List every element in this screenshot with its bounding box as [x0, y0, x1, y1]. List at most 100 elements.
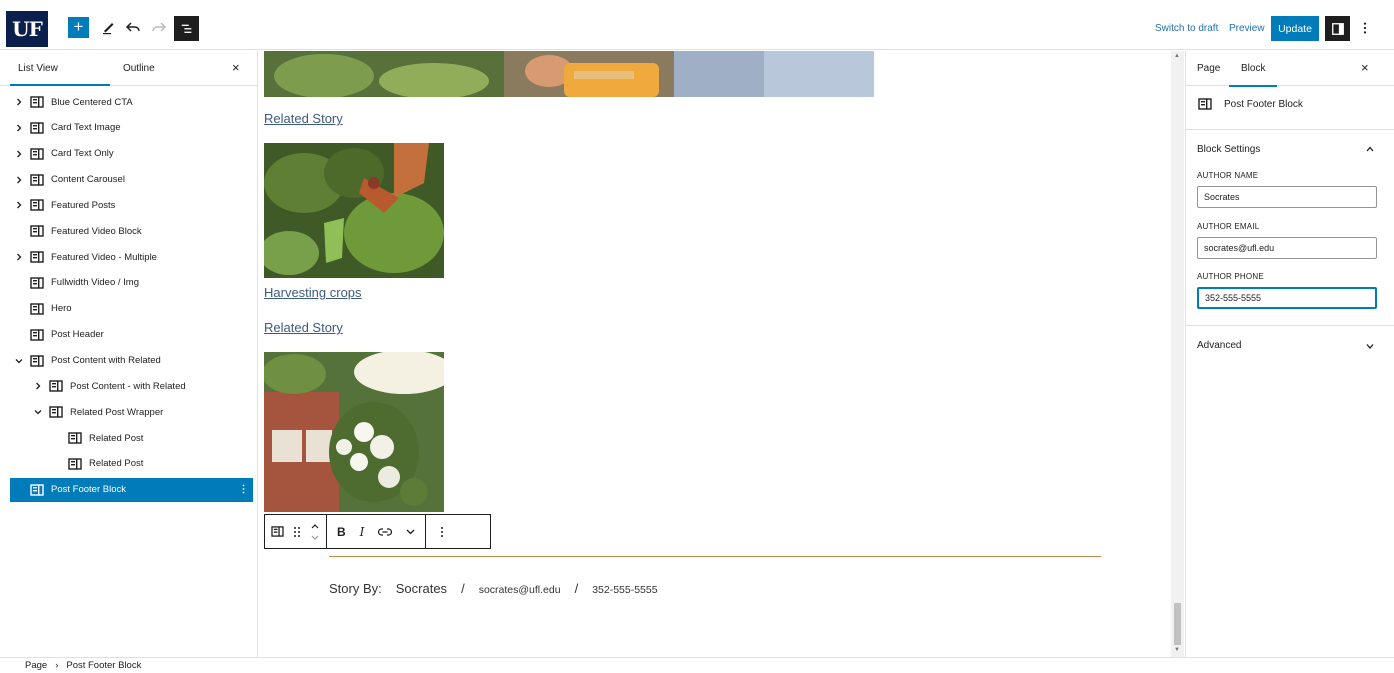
list-view-item[interactable]: Related Post	[10, 426, 253, 450]
block-settings-panel: Block Settings AUTHOR NAME AUTHOR EMAIL …	[1186, 129, 1394, 325]
canvas-scrollbar[interactable]: ▲ ▼	[1171, 51, 1184, 657]
list-view-item[interactable]: Related Post	[10, 452, 253, 476]
list-view-item-label: Post Content - with Related	[70, 380, 186, 392]
block-settings-toggle[interactable]: Block Settings	[1197, 144, 1260, 155]
chevron-right-icon[interactable]	[14, 175, 24, 185]
list-view-item[interactable]: Blue Centered CTA	[10, 90, 253, 114]
list-view-item-label: Related Post	[89, 458, 144, 470]
list-view-item[interactable]: Related Post Wrapper	[10, 400, 253, 424]
add-block-button[interactable]: +	[68, 17, 89, 38]
settings-sidebar-toggle-icon[interactable]	[1325, 16, 1350, 41]
block-options-icon[interactable]	[440, 526, 444, 538]
scroll-down-arrow-icon[interactable]: ▼	[1174, 647, 1180, 653]
breadcrumb-separator: ›	[55, 660, 59, 671]
switch-to-draft-button[interactable]: Switch to draft	[1155, 23, 1218, 34]
close-list-view-icon[interactable]: ×	[232, 60, 240, 75]
list-view-panel: List View Outline × Blue Centered CTA Car…	[0, 51, 258, 657]
advanced-toggle[interactable]: Advanced	[1197, 340, 1241, 351]
block-icon	[30, 277, 44, 289]
harvest-image[interactable]	[264, 143, 444, 278]
link-icon[interactable]	[378, 527, 393, 537]
footer-email: socrates@ufl.edu	[478, 584, 561, 596]
list-view-item[interactable]: Post Content - with Related	[10, 374, 253, 398]
block-icon	[49, 406, 63, 418]
footer-separator: /	[461, 581, 465, 596]
tab-block[interactable]: Block	[1228, 63, 1279, 87]
chevron-right-icon[interactable]	[14, 252, 24, 262]
document-overview-icon[interactable]	[174, 16, 199, 41]
list-view-item[interactable]: Featured Posts	[10, 193, 253, 217]
author-phone-field[interactable]	[1197, 287, 1377, 309]
breadcrumb-page[interactable]: Page	[25, 660, 47, 671]
author-email-field[interactable]	[1197, 237, 1377, 259]
active-tab-indicator	[10, 84, 110, 86]
list-view-item-label: Post Footer Block	[51, 484, 126, 496]
harvesting-crops-link[interactable]: Harvesting crops	[264, 285, 362, 300]
italic-button[interactable]: I	[360, 525, 365, 539]
chevron-right-icon[interactable]	[14, 200, 24, 210]
preview-button[interactable]: Preview	[1229, 23, 1265, 34]
related-story-link-1[interactable]: Related Story	[264, 111, 343, 126]
tab-list-view[interactable]: List View	[18, 63, 58, 74]
list-view-item[interactable]: Content Carousel	[10, 168, 253, 192]
author-name-field[interactable]	[1197, 186, 1377, 208]
list-view-item[interactable]: Post Header	[10, 323, 253, 347]
list-view-item[interactable]: Card Text Image	[10, 116, 253, 140]
chevron-right-icon[interactable]	[14, 97, 24, 107]
drag-handle-icon[interactable]	[293, 526, 301, 538]
block-icon	[30, 354, 44, 367]
edit-tool-icon[interactable]	[98, 16, 120, 38]
chevron-right-icon[interactable]	[14, 123, 24, 133]
undo-icon[interactable]	[122, 16, 144, 38]
bold-button[interactable]: B	[337, 525, 346, 539]
author-name-label: AUTHOR NAME	[1197, 171, 1259, 180]
list-view-item-label: Blue Centered CTA	[51, 96, 133, 108]
chevron-right-icon[interactable]	[33, 381, 43, 391]
tab-outline[interactable]: Outline	[123, 63, 155, 74]
post-footer-block[interactable]: Story By: Socrates / socrates@ufl.edu / …	[329, 581, 658, 596]
flowers-image[interactable]	[264, 352, 444, 512]
move-up-down-icon[interactable]	[310, 522, 320, 542]
list-view-item-label: Fullwidth Video / Img	[51, 277, 140, 289]
chevron-right-icon[interactable]	[14, 149, 24, 159]
scroll-thumb[interactable]	[1174, 603, 1181, 645]
item-options-icon[interactable]	[242, 484, 245, 497]
list-view-item-label: Featured Video - Multiple	[51, 251, 157, 263]
block-icon	[30, 303, 44, 315]
chevron-up-icon[interactable]	[1365, 144, 1375, 154]
list-view-item[interactable]: Featured Video Block	[10, 219, 253, 243]
breadcrumb-current[interactable]: Post Footer Block	[66, 660, 141, 671]
list-view-tabs: List View Outline ×	[0, 51, 257, 86]
settings-sidebar: Page Block × Post Footer Block Block Set…	[1185, 51, 1394, 657]
list-view-item[interactable]: Fullwidth Video / Img	[10, 271, 253, 295]
block-type-icon[interactable]	[271, 526, 284, 537]
list-view-item[interactable]: Post Footer Block	[10, 477, 253, 502]
redo-icon[interactable]	[148, 16, 170, 38]
more-formats-chevron-down-icon[interactable]	[406, 529, 415, 535]
list-view-item-label: Hero	[51, 303, 72, 315]
block-icon	[68, 458, 82, 470]
block-icon	[30, 147, 44, 160]
list-view-item[interactable]: Card Text Only	[10, 142, 253, 166]
list-view-item[interactable]: Featured Video - Multiple	[10, 245, 253, 269]
related-story-link-2[interactable]: Related Story	[264, 320, 343, 335]
close-settings-icon[interactable]: ×	[1361, 60, 1369, 75]
top-image[interactable]	[264, 51, 874, 97]
list-view-item[interactable]: Post Content with Related	[10, 349, 253, 373]
chevron-down-icon[interactable]	[14, 356, 24, 366]
site-logo[interactable]: UF	[6, 11, 48, 47]
editor-canvas: Related Story Harvesting crops Related S…	[259, 51, 1171, 657]
list-view-item-label: Featured Video Block	[51, 225, 142, 237]
update-button[interactable]: Update	[1271, 16, 1319, 41]
options-menu-icon[interactable]	[1357, 18, 1373, 38]
chevron-down-icon[interactable]	[1365, 341, 1375, 351]
block-icon	[30, 173, 44, 186]
scroll-up-arrow-icon[interactable]: ▲	[1174, 53, 1180, 59]
list-view-item-label: Related Post	[89, 432, 144, 444]
tab-page[interactable]: Page	[1197, 63, 1220, 74]
chevron-down-icon[interactable]	[33, 407, 43, 417]
list-view-item[interactable]: Hero	[10, 297, 253, 321]
